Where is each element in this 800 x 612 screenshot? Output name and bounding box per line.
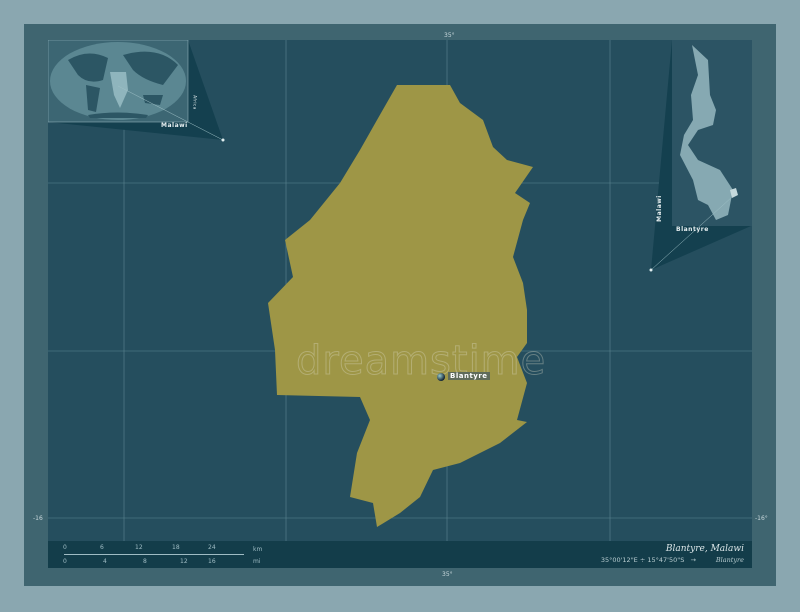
city-label: Blantyre: [448, 372, 490, 380]
continent-label: Africa: [192, 95, 198, 110]
mi-tick: 12: [180, 558, 188, 565]
blantyre-region-shape[interactable]: [268, 85, 533, 527]
mi-unit: mi: [253, 558, 261, 565]
watermark: dreamstime: [295, 338, 547, 385]
lon-label-bottom: 35°: [442, 571, 453, 578]
map-frame: dreamstime Malawi Africa Malawi Blantyre…: [24, 24, 776, 586]
coordinates: 35°00'12"E ÷ 15°47'50"S →: [601, 556, 696, 564]
world-inset: [48, 40, 225, 142]
map-svg: [48, 40, 752, 568]
km-tick: 0: [63, 544, 67, 551]
country-inset: [649, 40, 752, 272]
km-tick: 18: [172, 544, 180, 551]
mi-tick: 8: [143, 558, 147, 565]
km-tick: 24: [208, 544, 216, 551]
legend-bar: 0 6 12 18 24 km 0 4 8 12 16 mi Blantyre,…: [48, 541, 752, 568]
region-inset-label: Blantyre: [676, 226, 709, 233]
km-tick: 6: [100, 544, 104, 551]
lat-label-right: -16°: [755, 515, 768, 522]
map-title: Blantyre, Malawi: [665, 544, 744, 554]
scale-bar: [64, 554, 244, 555]
lat-label-left: -16: [33, 515, 43, 522]
mi-tick: 0: [63, 558, 67, 565]
mi-tick: 16: [208, 558, 216, 565]
world-inset-label: Malawi: [161, 122, 188, 129]
km-tick: 12: [135, 544, 143, 551]
map-area[interactable]: dreamstime Malawi Africa Malawi Blantyre…: [48, 40, 752, 568]
coordinates-text: 35°00'12"E ÷ 15°47'50"S: [600, 556, 685, 564]
footer-city: Blantyre: [715, 556, 744, 564]
arrow-icon: →: [690, 556, 696, 564]
mi-tick: 4: [103, 558, 107, 565]
km-unit: km: [253, 546, 263, 553]
lon-label-top: 35°: [444, 32, 455, 39]
city-marker-icon[interactable]: [437, 373, 445, 381]
country-inset-label: Malawi: [655, 195, 663, 222]
